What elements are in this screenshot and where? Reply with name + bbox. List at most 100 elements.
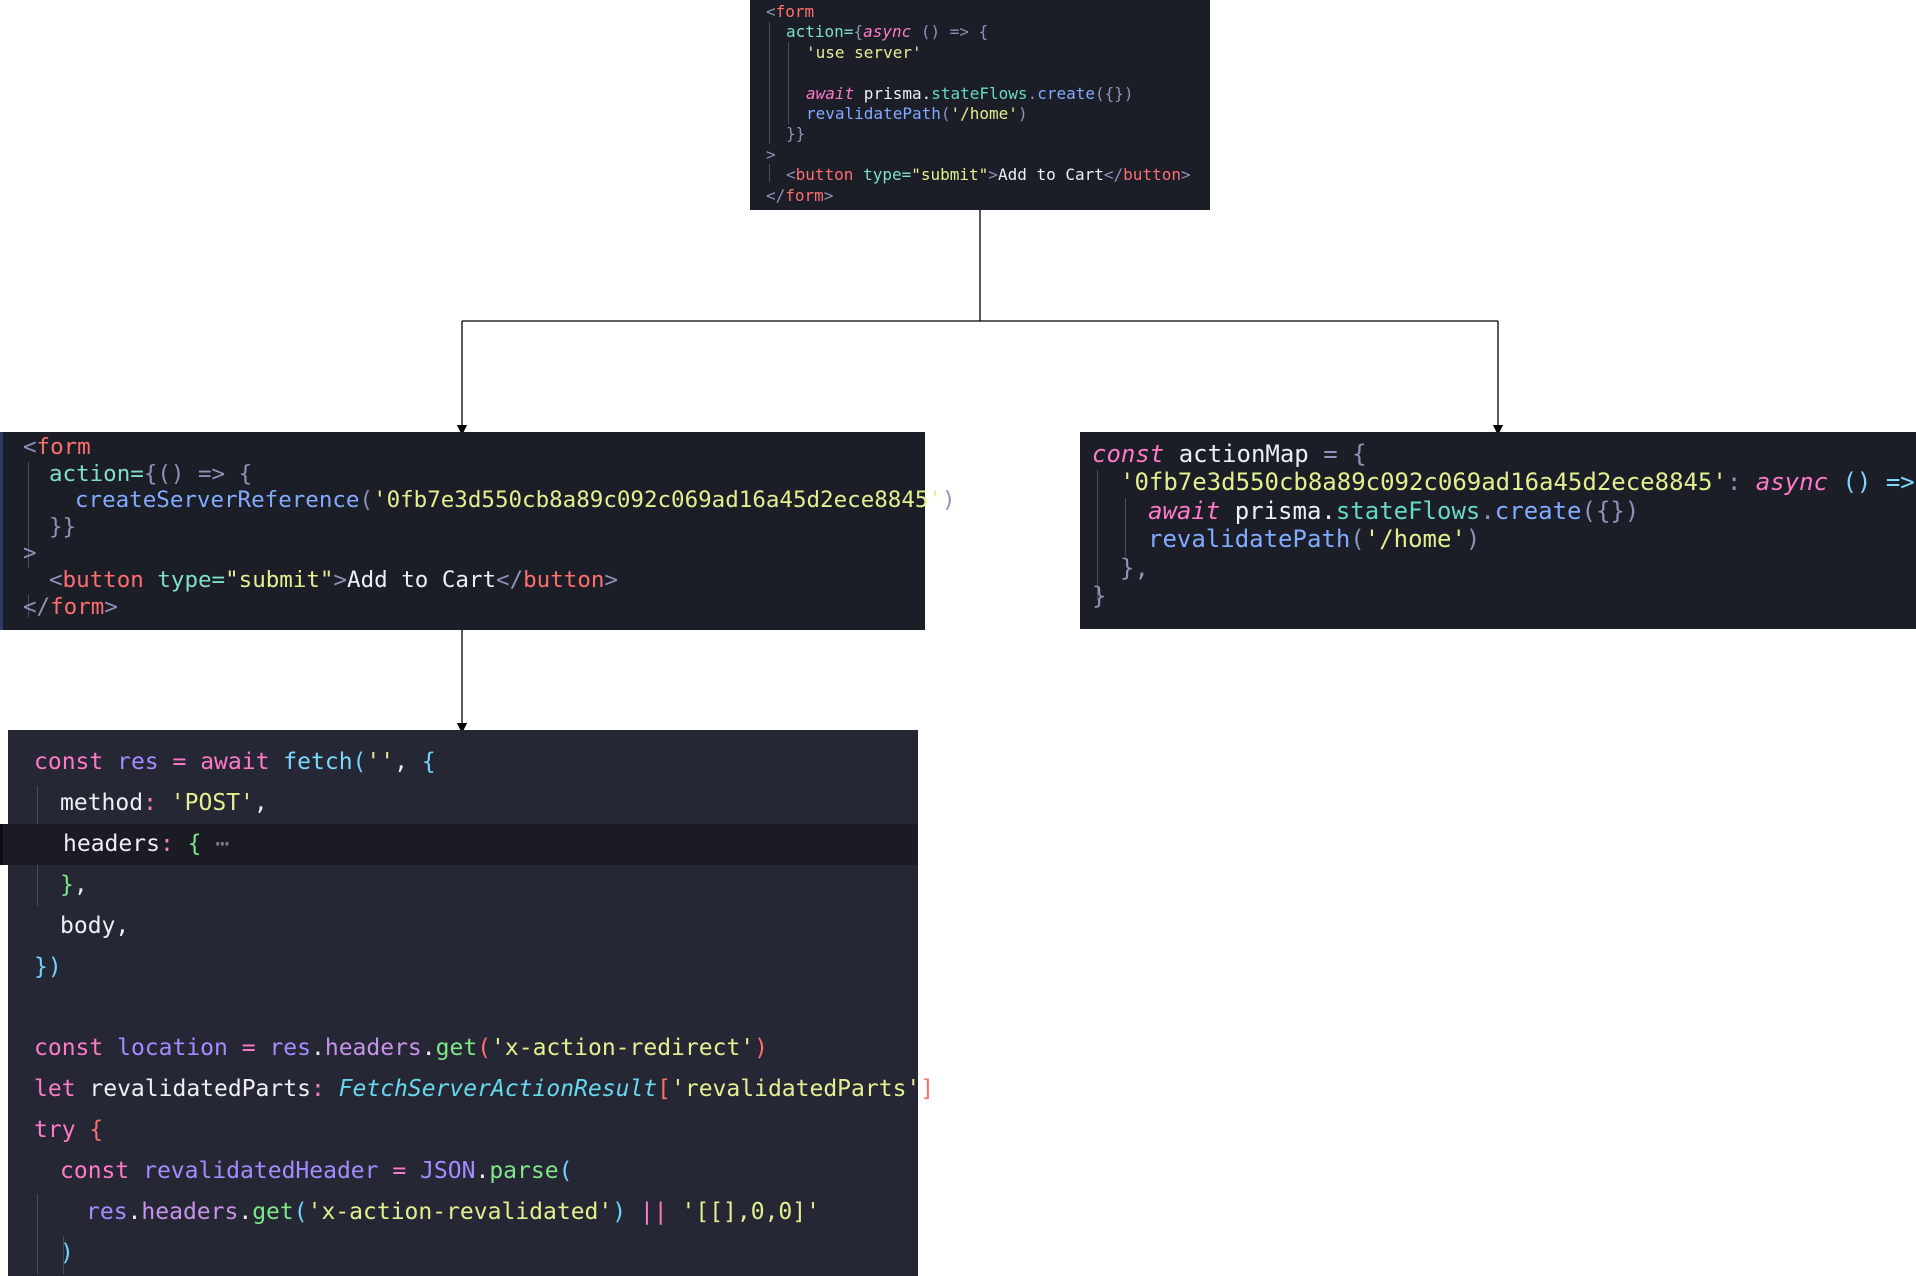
code-token: action= (49, 460, 144, 487)
code-token: }} (786, 124, 806, 144)
code-token: }} (49, 513, 77, 540)
code-token: , (73, 871, 88, 898)
code-token: > (104, 593, 118, 620)
folded-code-ellipsis[interactable]: ⋯ (215, 831, 229, 857)
code-line: }) (34, 947, 918, 988)
code-token: stateFlows (931, 83, 1028, 103)
code-token: { (75, 1117, 104, 1144)
code-token: = (241, 1035, 256, 1062)
code-token: , (115, 912, 130, 939)
code-token: ( (940, 104, 951, 124)
code-token: < (766, 2, 776, 21)
code-token: headers (324, 1035, 422, 1062)
code-token: . (310, 1035, 325, 1062)
code-token: > (333, 566, 348, 593)
code-token: await (806, 83, 855, 103)
code-line: method: 'POST', (34, 783, 918, 824)
code-token: headers (141, 1198, 239, 1225)
code-token: get (252, 1198, 294, 1225)
code-token: FetchServerActionResult (324, 1076, 658, 1103)
code-line: <button type="submit">Add to Cart</butto… (766, 165, 1210, 185)
code-token: ) (754, 1035, 769, 1062)
code-token: { (853, 22, 864, 42)
code-token: res (255, 1035, 311, 1062)
code-line: revalidatePath('/home') (766, 104, 1210, 124)
code-line: ) (34, 1233, 918, 1274)
code-token: res (86, 1198, 128, 1225)
code-token: button (62, 566, 144, 593)
code-token: ) (941, 487, 956, 514)
code-token: const (1092, 440, 1165, 468)
code-line: } (1092, 582, 1916, 610)
code-token: ( (1350, 525, 1365, 554)
code-token: '/home' (1364, 525, 1466, 554)
code-token: ( (293, 1198, 308, 1225)
code-line: await prisma.stateFlows.create({}) (766, 84, 1210, 104)
code-token: } (60, 871, 74, 898)
code-token: Add to Cart (997, 165, 1104, 185)
code-line: '0fb7e3d550cb8a89c092c069ad16a45d2ece884… (1092, 468, 1916, 496)
code-line: > (766, 145, 1210, 165)
code-token: . (238, 1198, 253, 1225)
code-token: button (1123, 165, 1181, 185)
code-token: stateFlows (1335, 496, 1481, 525)
code-token: const (34, 749, 104, 775)
code-token: [ (657, 1076, 672, 1103)
code-token: '0fb7e3d550cb8a89c092c069ad16a45d2ece884… (373, 487, 942, 514)
code-token: </ (1103, 165, 1124, 185)
code-token: . (421, 1035, 436, 1062)
code-token: await (186, 749, 270, 775)
code-line: <button type="submit">Add to Cart</butto… (23, 567, 925, 594)
code-token: = (172, 749, 187, 775)
code-token: revalidatePath (806, 104, 941, 124)
code-line: }} (766, 124, 1210, 144)
code-token: > (766, 144, 776, 164)
code-token: { (173, 830, 202, 857)
code-token: let (34, 1076, 76, 1103)
code-token: ) (1017, 104, 1028, 124)
code-token: . (1480, 496, 1495, 525)
code-line: res.headers.get('x-action-revalidated') … (34, 1192, 918, 1233)
code-token: { (1337, 440, 1367, 468)
code-token: : (143, 789, 157, 816)
code-line: <form (766, 2, 1210, 22)
code-panel-left: <form action={() => { createServerRefere… (0, 432, 956, 630)
code-token: res (103, 749, 173, 775)
code-token: prisma. (1220, 496, 1336, 525)
code-token: . (1027, 83, 1038, 103)
code-panel-right: const actionMap = { '0fb7e3d550cb8a89c09… (1080, 432, 1916, 629)
code-token: : (310, 1076, 325, 1103)
code-token: ) (1465, 525, 1481, 554)
code-token: > (823, 185, 834, 205)
code-line: </form> (23, 594, 925, 621)
code-token: type= (143, 566, 226, 593)
code-line: try { (34, 1110, 918, 1151)
code-token: , (394, 749, 408, 775)
code-line: revalidatePath('/home') (1092, 525, 1916, 553)
code-token: await (1148, 496, 1221, 525)
code-token: ( (558, 1158, 573, 1185)
code-token: fetch (269, 749, 353, 775)
code-token: location (103, 1035, 242, 1062)
code-token: 'use server' (806, 42, 922, 62)
code-token: button (523, 566, 605, 593)
code-panel-bottom: const res = await fetch('', { method: 'P… (0, 730, 934, 1276)
code-line: <form (23, 434, 925, 461)
code-token: ) (612, 1198, 627, 1225)
code-token: < (786, 165, 796, 185)
code-token: revalidatePath (1148, 525, 1351, 554)
code-line: </form> (766, 186, 1210, 206)
code-token: createServerReference (75, 487, 360, 514)
code-token: </ (496, 566, 524, 593)
code-token: '0fb7e3d550cb8a89c092c069ad16a45d2ece884… (1120, 468, 1727, 497)
code-token: create (1037, 83, 1095, 103)
code-token: () => { (911, 22, 989, 42)
code-line: action={async () => { (766, 22, 1210, 42)
code-token: < (23, 434, 37, 460)
code-line: }, (34, 865, 918, 906)
code-token: > (1180, 165, 1191, 185)
code-token: </ (766, 185, 786, 205)
code-token: ] (920, 1076, 935, 1103)
code-token: { (407, 749, 436, 775)
